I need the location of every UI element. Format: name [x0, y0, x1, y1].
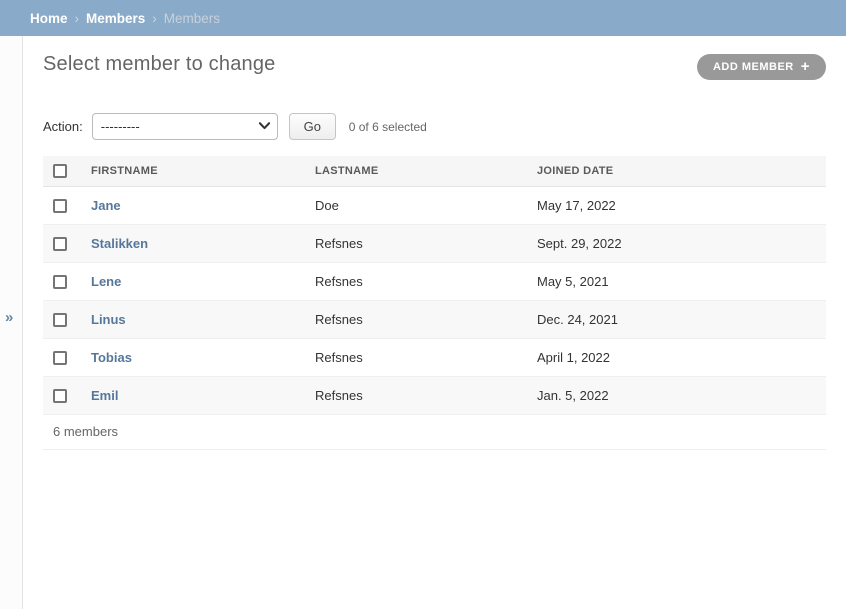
table-row: Stalikken Refsnes Sept. 29, 2022 — [43, 225, 826, 263]
table-row: Emil Refsnes Jan. 5, 2022 — [43, 377, 826, 415]
joined-date-cell: Dec. 24, 2021 — [527, 301, 826, 339]
member-link[interactable]: Tobias — [91, 350, 132, 365]
breadcrumb-current: Members — [164, 11, 220, 26]
member-link[interactable]: Stalikken — [91, 236, 148, 251]
joined-date-cell: May 5, 2021 — [527, 263, 826, 301]
collapsed-sidebar: » — [0, 36, 23, 609]
lastname-cell: Refsnes — [305, 377, 527, 415]
plus-icon: + — [801, 59, 810, 74]
lastname-cell: Doe — [305, 187, 527, 225]
breadcrumb-separator: › — [75, 11, 80, 26]
breadcrumb-separator: › — [152, 11, 157, 26]
member-link[interactable]: Jane — [91, 198, 121, 213]
action-select-wrap: --------- — [92, 113, 278, 140]
action-label: Action: — [43, 119, 83, 134]
breadcrumb: Home › Members › Members — [0, 0, 846, 36]
selection-counter: 0 of 6 selected — [349, 120, 427, 134]
row-checkbox[interactable] — [53, 199, 67, 213]
lastname-cell: Refsnes — [305, 339, 527, 377]
page-title: Select member to change — [43, 53, 276, 76]
column-header-firstname[interactable]: FIRSTNAME — [81, 156, 305, 187]
table-row: Lene Refsnes May 5, 2021 — [43, 263, 826, 301]
go-button[interactable]: Go — [289, 113, 336, 140]
page-body: » Select member to change ADD MEMBER + A… — [0, 36, 846, 609]
breadcrumb-link-members[interactable]: Members — [86, 11, 145, 26]
sidebar-expand-toggle[interactable]: » — [3, 307, 15, 328]
content: Select member to change ADD MEMBER + Act… — [23, 36, 846, 609]
row-checkbox[interactable] — [53, 275, 67, 289]
title-row: Select member to change ADD MEMBER + — [43, 53, 826, 80]
row-checkbox[interactable] — [53, 351, 67, 365]
add-member-button[interactable]: ADD MEMBER + — [697, 54, 826, 80]
member-link[interactable]: Lene — [91, 274, 121, 289]
table-header-row: FIRSTNAME LASTNAME JOINED DATE — [43, 156, 826, 187]
table-row: Linus Refsnes Dec. 24, 2021 — [43, 301, 826, 339]
add-member-label: ADD MEMBER — [713, 61, 794, 73]
column-header-lastname[interactable]: LASTNAME — [305, 156, 527, 187]
lastname-cell: Refsnes — [305, 301, 527, 339]
actions-bar: Action: --------- Go 0 of 6 selected — [43, 113, 826, 140]
joined-date-cell: April 1, 2022 — [527, 339, 826, 377]
row-checkbox[interactable] — [53, 237, 67, 251]
row-checkbox[interactable] — [53, 389, 67, 403]
member-link[interactable]: Linus — [91, 312, 126, 327]
table-row: Jane Doe May 17, 2022 — [43, 187, 826, 225]
table-row: Tobias Refsnes April 1, 2022 — [43, 339, 826, 377]
member-count: 6 members — [43, 415, 826, 450]
joined-date-cell: Jan. 5, 2022 — [527, 377, 826, 415]
joined-date-cell: May 17, 2022 — [527, 187, 826, 225]
lastname-cell: Refsnes — [305, 225, 527, 263]
action-select[interactable]: --------- — [92, 113, 278, 140]
select-all-checkbox[interactable] — [53, 164, 67, 178]
joined-date-cell: Sept. 29, 2022 — [527, 225, 826, 263]
breadcrumb-link-home[interactable]: Home — [30, 11, 68, 26]
row-checkbox[interactable] — [53, 313, 67, 327]
lastname-cell: Refsnes — [305, 263, 527, 301]
column-header-joined-date[interactable]: JOINED DATE — [527, 156, 826, 187]
members-table: FIRSTNAME LASTNAME JOINED DATE Jane Doe … — [43, 156, 826, 415]
member-link[interactable]: Emil — [91, 388, 118, 403]
